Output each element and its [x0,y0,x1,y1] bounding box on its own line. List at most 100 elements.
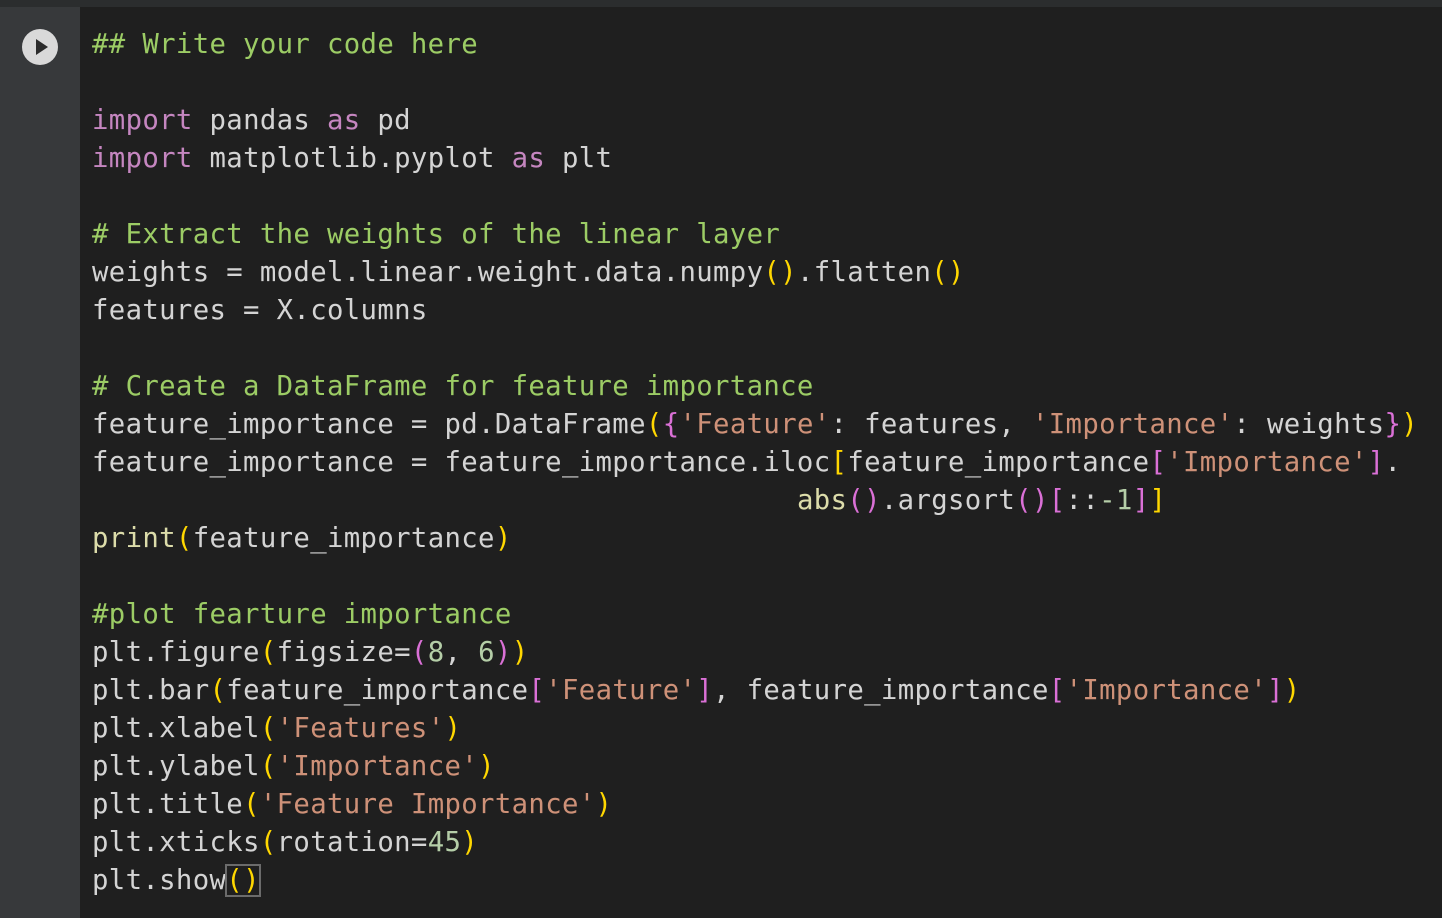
code-token: plt.title [92,789,244,820]
code-token: plt.show [92,865,227,896]
code-token: [ [528,675,546,706]
code-token: as [511,143,546,174]
code-token: #plot fearture importance [92,599,512,630]
code-token: weights = model.linear.weight.data.numpy [92,257,764,288]
code-token: ( [259,751,277,782]
code-line: feature_importance = feature_importance.… [92,444,1418,482]
code-line: plt.xticks(rotation=45) [92,824,1418,862]
code-token: ] [1149,485,1167,516]
code-line: weights = model.linear.weight.data.numpy… [92,254,1418,292]
code-token: ] [1132,485,1150,516]
code-token: ] [696,675,714,706]
code-token: features = X.columns [92,295,428,326]
cell-gutter [0,7,80,918]
code-token: ) [595,789,613,820]
code-line: plt.show() [92,862,1418,900]
code-token: 'Importance' [1031,409,1234,440]
code-token: ( [209,675,227,706]
code-token: ) [494,523,512,554]
code-token: ( [259,637,277,668]
code-token: pd [360,105,411,136]
code-token: feature_importance [847,447,1150,478]
code-token: ( [175,523,193,554]
code-line: #plot fearture importance [92,596,1418,634]
code-token: 'Feature' [679,409,831,440]
code-token: () [931,257,965,288]
run-cell-button[interactable] [22,29,58,65]
code-token: print [92,523,176,554]
code-line: # Create a DataFrame for feature importa… [92,368,1418,406]
code-token: 45 [427,827,462,858]
code-token: .flatten [796,257,932,288]
code-token: ( [645,409,663,440]
code-token: as [327,105,361,136]
code-token: 'Importance' [1166,447,1368,478]
code-token: .argsort [880,485,1016,516]
code-token: () [763,257,797,288]
code-token: ) [1283,675,1301,706]
code-token: plt [545,143,613,174]
code-token: 'Feature' [545,675,697,706]
code-token: rotation= [276,827,428,858]
code-token: feature_importance = pd.DataFrame [92,409,646,440]
code-line: print(feature_importance) [92,520,1418,558]
code-token: 'Feature Importance' [259,789,596,820]
code-token: ( [410,637,428,668]
code-line: features = X.columns [92,292,1418,330]
code-token: abs [796,485,848,516]
code-line: ## Write your code here [92,26,1418,64]
code-token: feature_importance = feature_importance.… [92,447,831,478]
code-token: # Extract the weights of the linear laye… [92,219,781,250]
code-token: () [847,485,881,516]
code-line: # Extract the weights of the linear laye… [92,216,1418,254]
code-token: 'Features' [276,713,445,744]
code-token: figsize= [276,637,411,668]
code-token: import [92,143,193,174]
code-line: plt.xlabel('Features') [92,710,1418,748]
code-token: [ [1149,447,1167,478]
code-line: plt.ylabel('Importance') [92,748,1418,786]
code-token: 6 [478,637,495,668]
play-icon [36,39,48,55]
code-content[interactable]: ## Write your code here import pandas as… [92,26,1418,900]
code-token: feature_importance [226,675,529,706]
code-token: ( [243,789,260,820]
code-token: :: [1065,485,1100,516]
code-token: # Create a DataFrame for feature importa… [92,371,814,402]
code-token: plt.bar [92,675,210,706]
code-token: 'Importance' [276,751,479,782]
code-token: ) [444,713,462,744]
code-token: ) [1401,409,1419,440]
code-token: ( [259,713,277,744]
code-token: plt.xlabel [92,713,260,744]
code-token: () [1015,485,1049,516]
code-line: plt.title('Feature Importance') [92,786,1418,824]
code-line: abs().argsort()[::-1]] [92,482,1418,520]
code-token: plt.figure [92,637,260,668]
code-token: [ [830,447,848,478]
code-token: ] [1367,447,1385,478]
code-token: ] [1266,675,1284,706]
code-line: plt.bar(feature_importance['Feature'], f… [92,672,1418,710]
code-token: : weights [1233,409,1385,440]
code-token: 8 [427,637,445,668]
code-token: { [662,409,680,440]
code-line: feature_importance = pd.DataFrame({'Feat… [92,406,1418,444]
cell-top-border [0,0,1442,7]
code-token: 'Importance' [1065,675,1267,706]
code-token: , [444,637,479,668]
code-token: . [1384,447,1402,478]
code-token: [ [1048,675,1066,706]
code-token: ) [494,637,512,668]
code-token: } [1384,409,1402,440]
code-token: plt.xticks [92,827,260,858]
code-token: feature_importance [192,523,495,554]
code-token: -1 [1099,485,1133,516]
code-line: import pandas as pd [92,102,1418,140]
code-token: import [92,105,193,136]
